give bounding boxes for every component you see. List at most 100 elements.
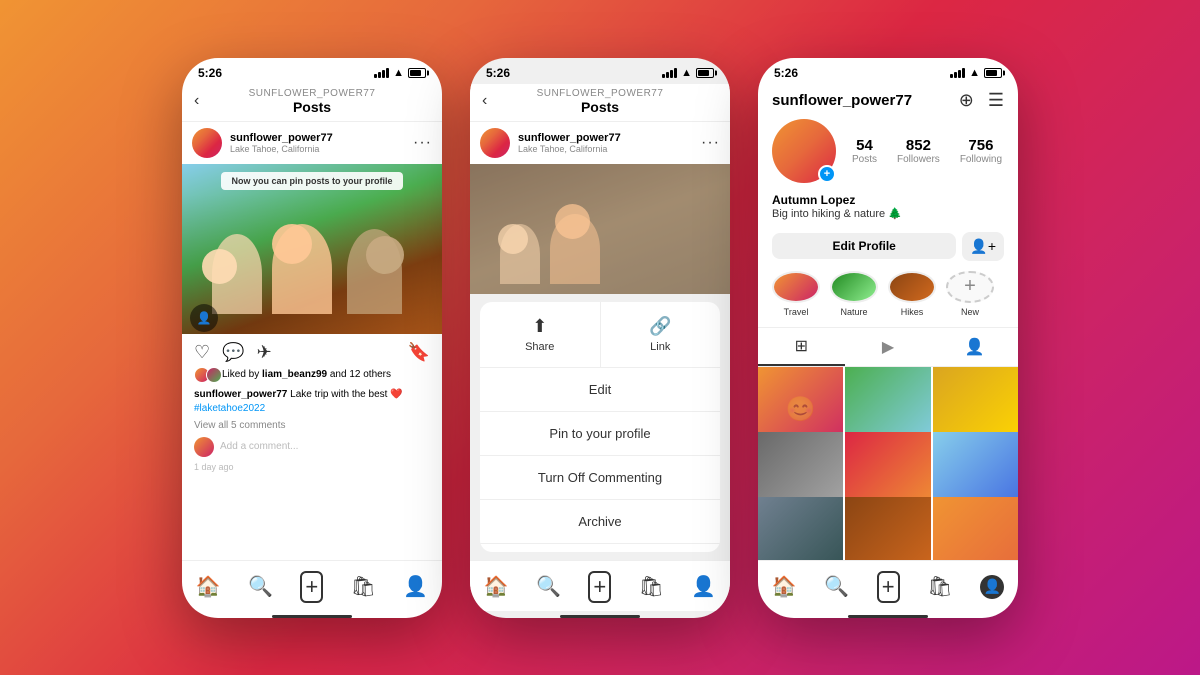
following-stat[interactable]: 756 Following	[960, 137, 1002, 165]
nav-search[interactable]: 🔍	[248, 574, 273, 599]
story-new[interactable]: + New	[946, 271, 994, 317]
delete-menu-item[interactable]: Delete	[480, 544, 720, 552]
home-indicator	[272, 615, 352, 618]
story-nature[interactable]: Nature	[830, 271, 878, 317]
share-action-button[interactable]: ⬆ Share	[480, 302, 601, 367]
pin-profile-menu-item[interactable]: Pin to your profile	[480, 412, 720, 456]
profile-info: + 54 Posts 852 Followers 756 Following	[758, 119, 1018, 193]
turn-off-commenting-menu-item[interactable]: Turn Off Commenting	[480, 456, 720, 500]
nav-profile[interactable]: 👤	[403, 574, 428, 599]
link-action-button[interactable]: 🔗 Link	[601, 302, 721, 367]
battery-icon-2	[696, 68, 714, 78]
comment-input[interactable]: Add a comment...	[220, 441, 298, 452]
posts-stat: 54 Posts	[852, 137, 877, 165]
nav-home-3[interactable]: 🏠	[772, 574, 797, 599]
profile-top-bar: sunflower_power77 ⊕ ☰	[758, 84, 1018, 119]
stories-row: Travel Nature Hikes + New	[758, 271, 1018, 327]
photo-grid: 😊	[758, 367, 1018, 560]
phone-2-action-sheet: 5:26 ▲ SUNFLOWER_POWER77 Posts ‹ sunfl	[470, 58, 730, 618]
caption-text: Lake trip with the best ❤️	[290, 389, 403, 400]
status-bar-3: 5:26 ▲	[758, 58, 1018, 84]
nav-shop-2[interactable]: 🛍	[639, 574, 664, 599]
profile-username: sunflower_power77	[772, 92, 912, 109]
add-story-badge[interactable]: +	[818, 165, 836, 183]
photo-cell-8[interactable]	[845, 497, 930, 560]
post-actions: ♡ 💬 ✈ 🔖	[182, 334, 442, 367]
share-label: Share	[525, 341, 554, 353]
story-label-new: New	[961, 307, 979, 317]
header-username: SUNFLOWER_POWER77	[249, 88, 376, 99]
signal-icon	[374, 68, 389, 78]
grid-tabs: ⊞ ▶ 👤	[758, 327, 1018, 367]
back-button[interactable]: ‹	[194, 92, 199, 110]
following-label: Following	[960, 154, 1002, 165]
nav-shop-3[interactable]: 🛍	[927, 574, 952, 599]
action-sheet-top: ⬆ Share 🔗 Link	[480, 302, 720, 368]
post-image: Now you can pin posts to your profile 👤	[182, 164, 442, 334]
back-button-2[interactable]: ‹	[482, 92, 487, 110]
nav-add-3[interactable]: +	[877, 571, 900, 603]
nav-home[interactable]: 🏠	[196, 574, 221, 599]
profile-buttons: Edit Profile 👤+	[758, 232, 1018, 271]
nav-profile-2[interactable]: 👤	[691, 574, 716, 599]
story-circle-new: +	[946, 271, 994, 303]
liked-others: and 12 others	[330, 369, 391, 380]
menu-icon[interactable]: ☰	[988, 90, 1004, 111]
post-location-2: Lake Tahoe, California	[518, 144, 621, 154]
grid-tab-reels[interactable]: ▶	[845, 328, 932, 366]
story-hikes[interactable]: Hikes	[888, 271, 936, 317]
top-icons: ⊕ ☰	[959, 90, 1004, 111]
discover-people-button[interactable]: 👤+	[962, 232, 1004, 261]
view-comments[interactable]: View all 5 comments	[182, 418, 442, 433]
comment-button[interactable]: 💬	[222, 342, 244, 363]
photo-cell-9[interactable]	[933, 497, 1018, 560]
nav-shop[interactable]: 🛍	[351, 574, 376, 599]
wifi-icon-2: ▲	[681, 67, 692, 79]
header-title-2: Posts	[581, 99, 619, 115]
like-button[interactable]: ♡	[194, 342, 210, 363]
post-options-button[interactable]: ···	[413, 134, 432, 152]
battery-icon-3	[984, 68, 1002, 78]
followers-stat[interactable]: 852 Followers	[897, 137, 940, 165]
feed-header-2: SUNFLOWER_POWER77 Posts	[470, 84, 730, 122]
nav-add[interactable]: +	[300, 571, 323, 603]
edit-profile-button[interactable]: Edit Profile	[772, 233, 956, 259]
status-icons-2: ▲	[662, 67, 714, 79]
caption-hashtag: #laketahoe2022	[194, 403, 265, 414]
feed-header: SUNFLOWER_POWER77 Posts	[182, 84, 442, 122]
nav-search-2[interactable]: 🔍	[536, 574, 561, 599]
liked-by: Liked by liam_beanz99 and 12 others	[182, 367, 442, 386]
home-indicator-2	[560, 615, 640, 618]
archive-menu-item[interactable]: Archive	[480, 500, 720, 544]
nav-add-2[interactable]: +	[588, 571, 611, 603]
story-travel[interactable]: Travel	[772, 271, 820, 317]
status-bar-2: 5:26 ▲	[470, 58, 730, 84]
profile-stats: 54 Posts 852 Followers 756 Following	[852, 137, 1002, 165]
wifi-icon: ▲	[393, 67, 404, 79]
photo-cell-7[interactable]	[758, 497, 843, 560]
discover-icon: 👤+	[970, 238, 996, 254]
header-title: Posts	[293, 99, 331, 115]
header-username-2: SUNFLOWER_POWER77	[537, 88, 664, 99]
followers-count: 852	[906, 137, 931, 154]
time-3: 5:26	[774, 66, 798, 80]
share-icon: ⬆	[532, 316, 547, 337]
nav-profile-active-3[interactable]: 👤	[980, 575, 1004, 599]
post-header: sunflower_power77 Lake Tahoe, California…	[182, 122, 442, 164]
add-post-icon[interactable]: ⊕	[959, 90, 974, 111]
grid-tab-tagged[interactable]: 👤	[931, 328, 1018, 366]
post-avatar-2	[480, 128, 510, 158]
nav-home-2[interactable]: 🏠	[484, 574, 509, 599]
post-avatar	[192, 128, 222, 158]
share-button[interactable]: ✈	[257, 342, 272, 363]
grid-tab-posts[interactable]: ⊞	[758, 328, 845, 366]
time-2: 5:26	[486, 66, 510, 80]
story-circle-hikes	[888, 271, 936, 303]
nav-search-3[interactable]: 🔍	[824, 574, 849, 599]
edit-menu-item[interactable]: Edit	[480, 368, 720, 412]
status-icons-3: ▲	[950, 67, 1002, 79]
liked-avatars	[194, 367, 218, 383]
post-options-button-2[interactable]: ···	[701, 134, 720, 152]
save-button[interactable]: 🔖	[408, 342, 430, 363]
caption-username: sunflower_power77	[194, 389, 287, 400]
